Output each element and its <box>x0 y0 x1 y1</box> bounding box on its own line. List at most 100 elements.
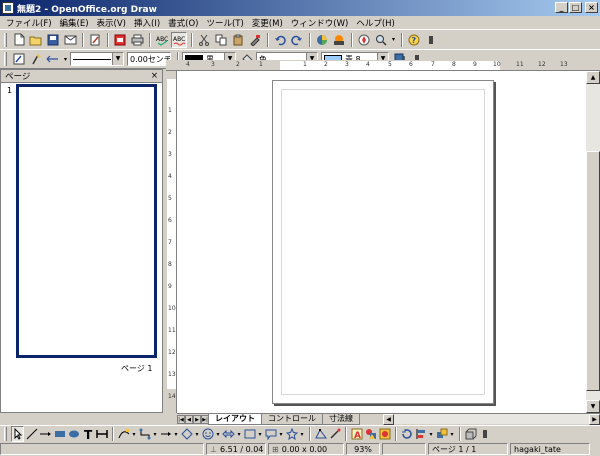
menu-format[interactable]: 書式(O) <box>164 17 202 29</box>
tab-first-icon[interactable]: |◀ <box>177 414 185 424</box>
tab-layout[interactable]: レイアウト <box>208 413 262 425</box>
toolbar-overflow-icon[interactable] <box>423 32 439 48</box>
new-icon[interactable] <box>11 32 27 48</box>
menu-tools[interactable]: ツール(T) <box>202 17 247 29</box>
chevron-down-icon[interactable]: ▾ <box>152 426 158 442</box>
toolbar-overflow-icon[interactable] <box>478 426 491 442</box>
scroll-up-icon[interactable]: ▲ <box>586 71 600 84</box>
minimize-button[interactable]: _ <box>555 2 568 13</box>
edit-file-icon[interactable] <box>87 32 103 48</box>
drawing-canvas[interactable] <box>177 71 586 413</box>
rectangle-icon[interactable] <box>53 426 66 442</box>
stars-icon[interactable] <box>285 426 298 442</box>
connector-icon[interactable] <box>138 426 151 442</box>
maximize-button[interactable]: □ <box>569 2 582 13</box>
line-width-field[interactable]: 0.00センチ <box>127 52 171 66</box>
status-zoom[interactable]: 93% <box>346 443 380 455</box>
fontwork-icon[interactable]: A <box>350 426 363 442</box>
scroll-left-icon[interactable]: ◀ <box>383 414 394 425</box>
copy-icon[interactable] <box>213 32 229 48</box>
chevron-down-icon[interactable]: ▾ <box>236 426 242 442</box>
ellipse-icon[interactable] <box>67 426 80 442</box>
export-pdf-icon[interactable] <box>112 32 128 48</box>
chevron-down-icon[interactable]: ▾ <box>428 426 434 442</box>
callouts-icon[interactable] <box>264 426 277 442</box>
scroll-down-icon[interactable]: ▼ <box>586 400 600 413</box>
save-icon[interactable] <box>45 32 61 48</box>
arrange-icon[interactable] <box>435 426 448 442</box>
paste-icon[interactable] <box>230 32 246 48</box>
vertical-text-icon[interactable] <box>95 426 108 442</box>
redo-icon[interactable] <box>289 32 305 48</box>
line-icon[interactable] <box>28 51 44 67</box>
toolbar-grip[interactable] <box>4 52 7 66</box>
close-icon[interactable]: × <box>151 71 158 81</box>
email-icon[interactable] <box>62 32 78 48</box>
auto-spellcheck-icon[interactable]: ABC <box>171 31 187 48</box>
help-icon[interactable]: ? <box>406 32 422 48</box>
chevron-down-icon[interactable]: ▾ <box>278 426 284 442</box>
tab-controls[interactable]: コントロール <box>261 413 323 425</box>
clone-format-icon[interactable] <box>247 32 263 48</box>
menu-view[interactable]: 表示(V) <box>93 17 130 29</box>
arrow-style-icon[interactable] <box>45 51 61 67</box>
gallery-toggle-icon[interactable] <box>378 426 391 442</box>
toolbar-grip[interactable] <box>4 32 7 47</box>
zoom-icon[interactable] <box>373 32 389 48</box>
arrow-style-dropdown-icon[interactable]: ▾ <box>62 51 69 67</box>
close-button[interactable]: × <box>585 2 598 13</box>
print-icon[interactable] <box>129 32 145 48</box>
chevron-down-icon[interactable]: ▾ <box>173 426 179 442</box>
lines-arrows-icon[interactable] <box>159 426 172 442</box>
styles-icon[interactable] <box>11 51 27 67</box>
menu-file[interactable]: ファイル(F) <box>2 17 56 29</box>
open-icon[interactable] <box>28 32 44 48</box>
chevron-down-icon[interactable]: ▾ <box>299 426 305 442</box>
navigator-icon[interactable] <box>356 32 372 48</box>
menu-modify[interactable]: 変更(M) <box>248 17 287 29</box>
menu-window[interactable]: ウィンドウ(W) <box>287 17 353 29</box>
flowchart-icon[interactable] <box>243 426 256 442</box>
scroll-right-icon[interactable]: ▶ <box>589 414 600 425</box>
toolbar-grip[interactable] <box>4 427 7 441</box>
from-file-icon[interactable] <box>364 426 377 442</box>
document-page[interactable] <box>272 80 494 404</box>
tab-dimension-lines[interactable]: 寸法線 <box>322 413 360 425</box>
page-thumbnail[interactable] <box>16 84 157 358</box>
chevron-down-icon[interactable]: ▾ <box>131 426 137 442</box>
rotate-icon[interactable] <box>400 426 413 442</box>
tab-next-icon[interactable]: ▶ <box>193 414 201 424</box>
line-tool-icon[interactable] <box>25 426 38 442</box>
vertical-ruler[interactable]: 1 2 3 4 5 6 7 8 9 10 11 12 13 14 <box>166 71 177 413</box>
glue-points-icon[interactable] <box>328 426 341 442</box>
menu-help[interactable]: ヘルプ(H) <box>352 17 399 29</box>
chevron-down-icon[interactable]: ▾ <box>194 426 200 442</box>
text-tool-icon[interactable]: T <box>81 426 94 442</box>
chevron-down-icon[interactable]: ▾ <box>449 426 455 442</box>
gallery-icon[interactable] <box>331 32 347 48</box>
cut-icon[interactable] <box>196 32 212 48</box>
horizontal-ruler[interactable]: 4 3 2 1 1 2 3 4 5 6 7 8 9 10 11 12 13 <box>166 60 600 71</box>
zoom-dropdown-icon[interactable]: ▾ <box>390 32 397 48</box>
chevron-down-icon[interactable]: ▾ <box>257 426 263 442</box>
arrow-line-icon[interactable] <box>39 426 52 442</box>
undo-icon[interactable] <box>272 32 288 48</box>
block-arrows-icon[interactable] <box>222 426 235 442</box>
spellcheck-icon[interactable]: ABC <box>154 32 170 48</box>
line-style-select[interactable]: ▼ <box>70 52 124 66</box>
menu-edit[interactable]: 編集(E) <box>56 17 93 29</box>
select-pointer-icon[interactable] <box>11 426 24 442</box>
curve-icon[interactable] <box>117 426 130 442</box>
tab-prev-icon[interactable]: ◀ <box>185 414 193 424</box>
scroll-thumb[interactable] <box>586 151 600 391</box>
chevron-down-icon[interactable]: ▾ <box>215 426 221 442</box>
extrusion-icon[interactable] <box>464 426 477 442</box>
vertical-scrollbar[interactable]: ▲ ▼ <box>586 71 600 413</box>
menu-insert[interactable]: 挿入(I) <box>130 17 164 29</box>
align-icon[interactable] <box>414 426 427 442</box>
basic-shapes-icon[interactable] <box>180 426 193 442</box>
horizontal-scrollbar[interactable]: ◀ ▶ <box>383 413 600 425</box>
points-icon[interactable] <box>314 426 327 442</box>
symbol-shapes-icon[interactable] <box>201 426 214 442</box>
chart-icon[interactable] <box>314 32 330 48</box>
